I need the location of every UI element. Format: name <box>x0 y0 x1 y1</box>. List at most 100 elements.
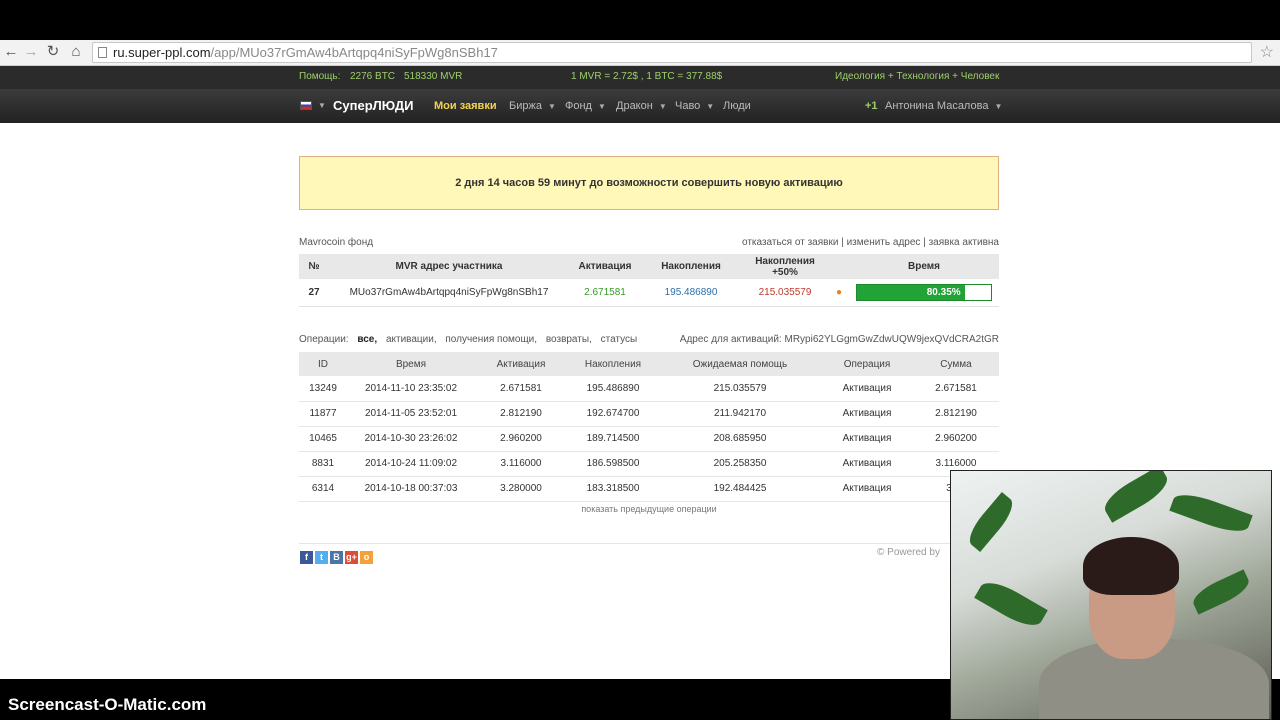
op-expected-help: 208.685950 <box>659 426 821 452</box>
col-time: Время <box>849 254 999 279</box>
op-time: 2014-10-18 00:37:03 <box>347 476 475 502</box>
separator: | <box>923 237 926 248</box>
forward-icon[interactable]: → <box>22 43 40 61</box>
table-row: 11877 2014-11-05 23:52:01 2.812190 192.6747… <box>299 401 999 427</box>
table-row: 6314 2014-10-18 00:37:03 3.280000 183.31850… <box>299 476 999 502</box>
brand-logo[interactable]: СуперЛЮДИ <box>333 98 413 113</box>
col-activation: Активация <box>569 254 641 279</box>
nav-people[interactable]: Люди <box>723 100 751 112</box>
op-expected-help: 192.484425 <box>659 476 821 502</box>
nav-fund[interactable]: Фонд ▼ <box>565 100 606 112</box>
nav-dragon[interactable]: Дракон ▼ <box>616 100 667 112</box>
filter-all[interactable]: все, <box>357 334 377 345</box>
plant-leaf <box>1169 488 1253 538</box>
chevron-down-icon: ▼ <box>547 102 556 111</box>
reload-icon[interactable]: ↻ <box>44 43 62 61</box>
filter-statuses[interactable]: статусы <box>601 334 638 345</box>
time-cell: 80.35% <box>849 279 999 307</box>
table-row: 13249 2014-11-10 23:35:02 2.671581 195.4868… <box>299 376 999 402</box>
op-type: Активация <box>821 476 913 502</box>
cancel-request-link[interactable]: отказаться от заявки <box>742 237 838 248</box>
odnoklassniki-icon[interactable]: o <box>360 551 373 564</box>
op-id: 6314 <box>299 476 347 502</box>
filter-returns[interactable]: возвраты, <box>546 334 592 345</box>
twitter-icon[interactable]: t <box>315 551 328 564</box>
col-status <box>829 254 849 279</box>
help-label: Помощь: <box>299 71 341 82</box>
op-type: Активация <box>821 451 913 477</box>
table-row: 8831 2014-10-24 11:09:02 3.116000 186.59850… <box>299 451 999 477</box>
col-savings50: Накопления +50% <box>741 254 829 279</box>
plant-leaf <box>963 491 1019 553</box>
language-caret-icon[interactable]: ▼ <box>318 99 326 111</box>
nav-faq[interactable]: Чаво ▼ <box>675 100 714 112</box>
nav-exchange[interactable]: Биржа ▼ <box>509 100 556 112</box>
activation-address-value: MRypi62YLGgmGwZdwUQW9jexQVdCRA2tGR <box>784 334 1000 345</box>
facebook-icon[interactable]: f <box>300 551 313 564</box>
col-activation: Активация <box>475 352 567 376</box>
plant-leaf <box>1099 471 1173 523</box>
footer-divider <box>299 543 999 544</box>
col-savings: Накопления <box>641 254 741 279</box>
member-savings50: 215.035579 <box>741 279 829 307</box>
nav-faq-label: Чаво <box>675 100 701 112</box>
member-address: MUo37rGmAw4bArtqpq4niSyFpWg8nSBh17 <box>329 279 569 307</box>
op-type: Активация <box>821 376 913 402</box>
plant-leaf <box>974 575 1048 633</box>
op-savings: 189.714500 <box>567 426 659 452</box>
russian-flag-icon[interactable] <box>300 101 312 110</box>
slogan: Идеология + Технология + Человек <box>835 71 1000 82</box>
op-time: 2014-10-24 11:09:02 <box>347 451 475 477</box>
screen: ← → ↻ ⌂ ru.super-ppl.com/app/MUo37rGmAw4… <box>0 0 1280 720</box>
operations-label: Операции: <box>299 334 349 345</box>
filter-activations[interactable]: активации, <box>386 334 437 345</box>
activation-address: Адрес для активаций: MRypi62YLGgmGwZdwUQ… <box>680 334 999 345</box>
nav-exchange-label: Биржа <box>509 100 542 112</box>
member-activation: 2.671581 <box>569 279 641 307</box>
main-navbar: ▼ СуперЛЮДИ Мои заявки Биржа ▼ Фонд ▼ Драк… <box>0 89 1280 123</box>
col-id: ID <box>299 352 347 376</box>
watermark: Screencast-O-Matic.com <box>8 695 207 714</box>
plus-one-badge[interactable]: +1 <box>865 100 878 112</box>
browser-toolbar: ← → ↻ ⌂ ru.super-ppl.com/app/MUo37rGmAw4… <box>0 40 1280 66</box>
back-icon[interactable]: ← <box>2 43 20 61</box>
filter-help-received[interactable]: получения помощи, <box>445 334 537 345</box>
operations-table-header: ID Время Активация Накопления Ожидаемая … <box>299 352 999 376</box>
op-id: 8831 <box>299 451 347 477</box>
col-operation: Операция <box>821 352 913 376</box>
exchange-rate: 1 MVR = 2.72$ , 1 BTC = 377.88$ <box>571 71 723 82</box>
bookmark-star-icon[interactable]: ☆ <box>1260 42 1274 62</box>
op-type: Активация <box>821 401 913 427</box>
col-time: Время <box>347 352 475 376</box>
separator: | <box>841 237 844 248</box>
col-number: № <box>299 254 329 279</box>
col-address: MVR адрес участника <box>329 254 569 279</box>
show-previous-operations-link[interactable]: показать предыдущие операции <box>299 504 999 514</box>
chevron-down-icon: ▼ <box>597 102 606 111</box>
request-active-link[interactable]: заявка активна <box>929 237 999 248</box>
op-expected-help: 215.035579 <box>659 376 821 402</box>
op-activation: 2.812190 <box>475 401 567 427</box>
status-dot-icon: ● <box>829 279 849 307</box>
member-table: № MVR адрес участника Активация Накоплен… <box>299 254 999 307</box>
op-savings: 183.318500 <box>567 476 659 502</box>
person-hair <box>1083 537 1179 595</box>
google-plus-icon[interactable]: g+ <box>345 551 358 564</box>
nav-my-requests[interactable]: Мои заявки <box>434 100 497 112</box>
plant-leaf <box>1189 569 1253 615</box>
home-icon[interactable]: ⌂ <box>67 43 85 61</box>
operations-table: ID Время Активация Накопления Ожидаемая … <box>299 352 999 502</box>
user-menu[interactable]: Антонина Масалова ▼ <box>885 100 1002 112</box>
page-icon <box>98 47 107 58</box>
vk-icon[interactable]: B <box>330 551 343 564</box>
fund-name: Mavrocoin фонд <box>299 237 374 248</box>
chevron-down-icon: ▼ <box>658 102 667 111</box>
op-id: 11877 <box>299 401 347 427</box>
change-address-link[interactable]: изменить адрес <box>847 237 921 248</box>
op-activation: 3.116000 <box>475 451 567 477</box>
col-savings: Накопления <box>567 352 659 376</box>
op-id: 10465 <box>299 426 347 452</box>
fund-header: Mavrocoin фонд отказаться от заявки | из… <box>299 237 999 248</box>
address-bar[interactable]: ru.super-ppl.com/app/MUo37rGmAw4bArtqpq4… <box>92 42 1252 63</box>
operations-filter-bar: Операции: все, активации, получения помо… <box>299 334 999 345</box>
